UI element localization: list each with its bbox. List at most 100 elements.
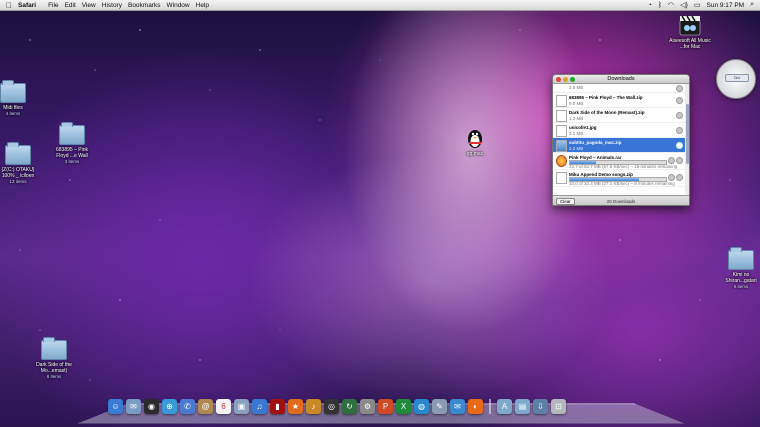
reveal-in-finder-icon[interactable]: [676, 112, 683, 119]
reveal-in-finder-icon[interactable]: [676, 142, 683, 149]
desktop-folder-kimi-no[interactable]: Kimi no Shiran...gatari 6 items: [722, 247, 760, 290]
spotlight-icon[interactable]: ⌕: [750, 1, 754, 9]
menu-bookmarks[interactable]: Bookmarks: [128, 2, 167, 9]
iphoto-icon[interactable]: ▣: [234, 399, 249, 414]
download-row[interactable]: unicolle1.jpg 3.1 MB: [553, 123, 689, 138]
desktop-folder-otaku[interactable]: {Z(C:) OTAKU} 100% _ iclloen 13 items: [0, 142, 36, 185]
desktop-icon-sublabel: 3 items: [64, 159, 80, 164]
battery-icon[interactable]: ▭: [694, 1, 701, 9]
time-machine-status-icon[interactable]: ◔: [648, 2, 652, 9]
zip-file-icon: [556, 95, 567, 107]
zoom-button[interactable]: [570, 76, 575, 82]
apple-menu-icon[interactable]: : [0, 1, 18, 10]
download-row[interactable]: 2.6 MB: [553, 84, 689, 93]
download-name: subtitu_pagoda_mac.zip: [569, 140, 622, 145]
scrollbar-thumb[interactable]: [685, 104, 689, 164]
stop-download-icon[interactable]: [668, 174, 675, 181]
minimize-button[interactable]: [563, 76, 568, 82]
imovie-icon[interactable]: ★: [288, 399, 303, 414]
downloads-stack-icon[interactable]: ⇩: [533, 399, 548, 414]
folder-icon: [0, 80, 26, 103]
safari-icon[interactable]: ⊕: [162, 399, 177, 414]
download-size: 1.3 MB: [569, 116, 584, 121]
desktop-icon-sublabel: 4 items: [5, 111, 21, 116]
documents-folder-icon[interactable]: ▤: [515, 399, 530, 414]
download-size: 2.6 MB: [569, 85, 584, 90]
menu-window[interactable]: Window: [167, 2, 196, 9]
globe-icon[interactable]: ◍: [414, 399, 429, 414]
download-row-in-progress[interactable]: Pink Floyd – Animals.rar 22.7 of 82.7 MB…: [553, 153, 689, 170]
menubar-clock[interactable]: Sun 9:17 PM: [707, 2, 745, 9]
download-row-selected[interactable]: subtitu_pagoda_mac.zip 2.2 MB: [553, 138, 689, 153]
zip-file-icon: [556, 110, 567, 122]
desktop-folder-pink-floyd-wall[interactable]: 683895 – Pink Floyd ...e Wall 3 items: [52, 122, 92, 165]
rar-file-icon: [556, 155, 567, 167]
wallpaper-stars: [19, 29, 731, 381]
desktop-icon-label: Dark Side of the Mo...emast): [36, 362, 72, 374]
download-row[interactable]: Dark Side of the Moon (Remast).zip 1.3 M…: [553, 108, 689, 123]
reveal-in-finder-icon[interactable]: [676, 97, 683, 104]
widget-screen: Dict: [725, 74, 749, 82]
texture-app-icon[interactable]: P: [378, 399, 393, 414]
menu-view[interactable]: View: [82, 2, 102, 9]
aperture-icon[interactable]: ◎: [324, 399, 339, 414]
desktop-folder-dark-side[interactable]: Dark Side of the Mo...emast) 8 items: [32, 337, 76, 380]
menu-edit[interactable]: Edit: [65, 2, 82, 9]
folder-icon: [5, 142, 31, 165]
downloads-window: Downloads 2.6 MB 683895 – Pink Floyd – T…: [552, 74, 690, 206]
menu-file[interactable]: File: [48, 2, 64, 9]
reveal-in-finder-icon[interactable]: [676, 174, 683, 181]
dock: ☺ ✉ ◉ ⊕ ✆ @6 ▣ ♫ ▮ ★ ♪ ◎ ↻ ⚙ P X ◍ ✎ ✉ ◐ A ▤ ⇩ ⊡: [108, 399, 566, 414]
zip-file-icon: [556, 172, 567, 184]
reveal-in-finder-icon[interactable]: [676, 85, 683, 92]
close-button[interactable]: [556, 76, 561, 82]
photo-booth-icon[interactable]: ▮: [270, 399, 285, 414]
ichat-icon[interactable]: ✆: [180, 399, 195, 414]
archive-file-icon: [556, 140, 567, 152]
download-status: 10.0 of 10.4 MB (27.1 KB/sec) – 8 minute…: [569, 181, 675, 186]
desktop-app-aiseesoft[interactable]: Aiseesoft All Music ...for Mac: [668, 14, 712, 50]
menu-history[interactable]: History: [102, 2, 128, 9]
download-name: unicolle1.jpg: [569, 125, 597, 130]
garageband-icon[interactable]: ♪: [306, 399, 321, 414]
mail-icon[interactable]: ✉: [450, 399, 465, 414]
applications-folder-icon[interactable]: A: [497, 399, 512, 414]
clapperboard-icon: [679, 14, 701, 36]
tool-icon[interactable]: ✎: [432, 399, 447, 414]
stop-download-icon[interactable]: [668, 157, 675, 164]
itunes-icon[interactable]: ♫: [252, 399, 267, 414]
reveal-in-finder-icon[interactable]: [676, 157, 683, 164]
download-size: 9.0 MB: [569, 101, 584, 106]
downloads-scrollbar[interactable]: [685, 84, 689, 195]
system-preferences-icon[interactable]: ⚙: [360, 399, 375, 414]
ical-icon[interactable]: 6: [216, 399, 231, 414]
download-row[interactable]: 683895 – Pink Floyd – The Wall.zip 9.0 M…: [553, 93, 689, 108]
download-row-in-progress[interactable]: Miku Append Demo songs.zip 10.0 of 10.4 …: [553, 170, 689, 187]
finder-icon[interactable]: ☺: [108, 399, 123, 414]
app-menu[interactable]: Safari: [18, 2, 42, 9]
downloads-title: Downloads: [607, 76, 635, 82]
downloads-titlebar[interactable]: Downloads: [553, 75, 689, 84]
firefox-icon[interactable]: ◐: [468, 399, 483, 414]
dock-separator: [489, 399, 491, 414]
dashboard-icon[interactable]: ◉: [144, 399, 159, 414]
excel-icon[interactable]: X: [396, 399, 411, 414]
trash-icon[interactable]: ⊡: [551, 399, 566, 414]
menu-help[interactable]: Help: [196, 2, 215, 9]
menu-bar:  Safari File Edit View History Bookmark…: [0, 0, 760, 11]
bluetooth-icon[interactable]: ᛒ: [658, 2, 662, 9]
volume-icon[interactable]: ◁): [680, 1, 688, 9]
reveal-in-finder-icon[interactable]: [676, 127, 683, 134]
desktop-folder-midi-files[interactable]: Midi files 4 items: [0, 80, 26, 117]
time-machine-icon[interactable]: ↻: [342, 399, 357, 414]
preview-icon[interactable]: ✉: [126, 399, 141, 414]
desktop-app-qq[interactable]: qq.mac: [460, 127, 490, 157]
wifi-icon[interactable]: ◠: [668, 1, 674, 9]
download-size: 2.2 MB: [569, 146, 584, 151]
download-size: 3.1 MB: [569, 131, 584, 136]
downloads-list: 2.6 MB 683895 – Pink Floyd – The Wall.zi…: [553, 84, 689, 195]
folder-icon: [41, 337, 67, 360]
address-book-icon[interactable]: @: [198, 399, 213, 414]
dictionary-widget[interactable]: Dict: [716, 59, 756, 99]
desktop-icon-sublabel: 13 items: [9, 179, 27, 184]
